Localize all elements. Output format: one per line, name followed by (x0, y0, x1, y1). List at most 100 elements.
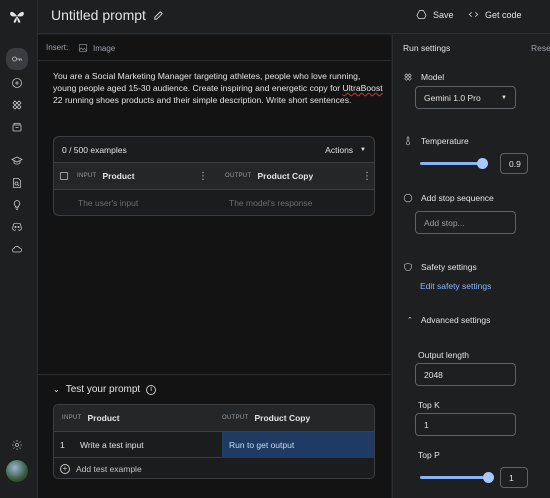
library-icon[interactable] (8, 118, 26, 136)
temperature-input[interactable]: 0.9 (500, 153, 528, 174)
output-length-input[interactable]: 2048 (415, 363, 516, 386)
actions-label: Actions (325, 144, 354, 155)
actions-dropdown[interactable]: Actions ▼ (325, 145, 366, 155)
test-input-column[interactable]: INPUT Product (54, 413, 206, 423)
output-column-name: Product Copy (257, 171, 314, 181)
temperature-slider-track[interactable] (420, 162, 483, 165)
image-label: Image (93, 43, 116, 53)
prompt-text-end: 22 running shoes products and their simp… (53, 94, 352, 105)
discord-icon[interactable] (8, 218, 26, 236)
temperature-slider-thumb[interactable] (477, 158, 488, 169)
cloud-icon[interactable] (8, 240, 26, 258)
examples-column-header: INPUT Product ⋮ OUTPUT Product Copy ⋮ (54, 163, 374, 190)
edit-safety-settings-link[interactable]: Edit safety settings (420, 281, 491, 291)
page-title[interactable]: Untitled prompt (51, 7, 146, 23)
test-input-tag: INPUT (62, 415, 82, 421)
reset-button[interactable]: Rese (531, 43, 550, 53)
caret-down-icon: ▼ (501, 94, 507, 101)
prompts-gallery-icon[interactable] (8, 96, 26, 114)
stop-sequence-input[interactable]: Add stop... (415, 211, 516, 234)
edit-pencil-icon[interactable] (153, 10, 164, 21)
output-placeholder[interactable]: The model's response (206, 198, 312, 208)
input-tag: INPUT (77, 173, 97, 179)
chevron-up-icon: ⌃ (407, 317, 413, 324)
insert-toolbar: Insert: Image (38, 35, 391, 61)
stop-octagon-icon (403, 193, 413, 203)
stop-sequence-label: Add stop sequence (403, 193, 494, 203)
test-heading[interactable]: ⌄ Test your prompt i (53, 384, 157, 395)
more-vert-icon[interactable]: ⋮ (362, 171, 372, 182)
top-k-input[interactable]: 1 (415, 413, 516, 436)
examples-table: 0 / 500 examples Actions ▼ INPUT Product… (53, 136, 375, 216)
insert-image-button[interactable]: Image (78, 43, 115, 53)
system-prompt-text[interactable]: You are a Social Marketing Manager targe… (53, 71, 383, 106)
temperature-label-text: Temperature (421, 136, 469, 146)
save-button[interactable]: Save (416, 9, 454, 20)
add-circle-icon: + (60, 463, 70, 474)
more-vert-icon[interactable]: ⋮ (198, 171, 208, 182)
save-label: Save (433, 9, 454, 20)
thermometer-icon (406, 136, 410, 146)
top-p-slider-thumb[interactable] (483, 472, 494, 483)
input-column-header[interactable]: INPUT Product ⋮ (77, 171, 220, 182)
prompt-text-start: You are a Social Marketing Manager targe… (53, 71, 361, 93)
top-bar: Untitled prompt Save Get code (38, 0, 550, 34)
docs-search-icon[interactable] (8, 174, 26, 192)
model-select[interactable]: Gemini 1.0 Pro ▼ (415, 86, 516, 109)
top-p-slider-track[interactable] (420, 476, 488, 479)
test-output-column[interactable]: OUTPUT Product Copy (206, 413, 310, 423)
shield-icon (404, 262, 412, 272)
advanced-settings-label-text: Advanced settings (420, 315, 491, 325)
stop-sequence-placeholder: Add stop... (424, 217, 465, 228)
key-icon[interactable] (6, 48, 28, 70)
test-table: INPUT Product OUTPUT Product Copy 1 Writ… (53, 404, 375, 479)
app-logo-icon[interactable] (8, 7, 26, 25)
get-code-button[interactable]: Get code (468, 9, 522, 20)
row-number: 1 (60, 439, 65, 450)
info-icon[interactable]: i (146, 384, 157, 395)
lightbulb-icon[interactable] (8, 196, 26, 214)
example-row: The user's input The model's response (54, 190, 374, 215)
output-length-value: 2048 (424, 369, 443, 380)
get-code-label: Get code (485, 9, 522, 20)
run-settings-heading: Run settings (403, 43, 451, 53)
safety-settings-label-text: Safety settings (421, 262, 477, 272)
model-icon (404, 73, 412, 81)
avatar[interactable] (6, 460, 28, 482)
top-k-value: 1 (424, 419, 429, 430)
test-input-cell[interactable]: Write a test input (72, 440, 222, 450)
output-length-label: Output length (418, 350, 470, 360)
model-value: Gemini 1.0 Pro (424, 92, 481, 103)
settings-gear-icon[interactable] (8, 436, 26, 454)
examples-count: 0 / 500 examples (62, 144, 127, 155)
chevron-down-icon[interactable]: ⌄ (53, 385, 60, 394)
temperature-value: 0.9 (509, 158, 521, 169)
add-test-label: Add test example (76, 463, 142, 474)
school-icon[interactable] (8, 152, 26, 170)
model-label: Model (403, 72, 444, 82)
advanced-settings-toggle[interactable]: ⌃ Advanced settings (407, 315, 490, 325)
test-section: ⌄ Test your prompt i INPUT Product OUTPU… (38, 374, 391, 498)
select-all-checkbox[interactable] (60, 172, 68, 180)
examples-header: 0 / 500 examples Actions ▼ (54, 137, 374, 163)
code-icon (468, 11, 479, 18)
run-output-cell[interactable]: Run to get output (222, 431, 374, 458)
prompt-misspelled-word: UltraBoost (342, 82, 383, 93)
prompt-editor: Insert: Image You are a Social Marketing… (38, 35, 391, 498)
temperature-label: Temperature (403, 136, 469, 146)
top-k-label: Top K (418, 400, 440, 410)
save-drive-icon (416, 10, 427, 19)
run-settings-panel: Run settings Rese Model Gemini 1.0 Pro ▼… (392, 35, 550, 498)
caret-down-icon: ▼ (360, 146, 366, 153)
output-tag: OUTPUT (225, 173, 252, 179)
insert-label: Insert: (46, 43, 69, 52)
add-test-example-button[interactable]: + Add test example (54, 458, 374, 478)
input-column-name: Product (102, 171, 135, 181)
input-placeholder[interactable]: The user's input (54, 198, 206, 208)
output-column-header[interactable]: OUTPUT Product Copy ⋮ (220, 171, 372, 182)
add-circle-icon[interactable] (8, 74, 26, 92)
test-heading-label: Test your prompt (65, 384, 141, 395)
left-rail (0, 0, 38, 498)
top-p-input[interactable]: 1 (500, 467, 528, 488)
test-input-column-name: Product (87, 413, 120, 423)
